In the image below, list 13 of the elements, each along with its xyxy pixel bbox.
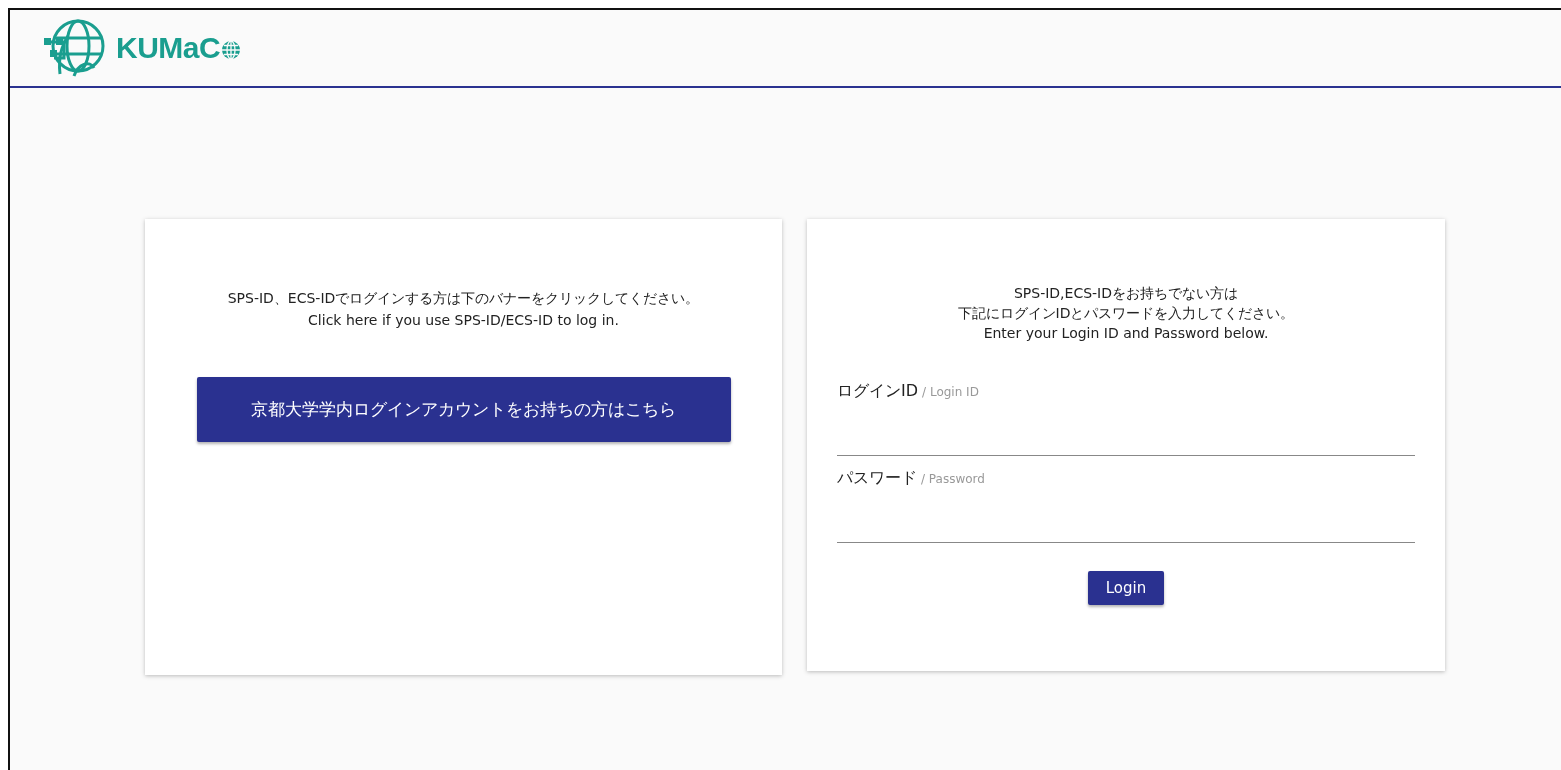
field-label-english: / Password — [921, 472, 985, 486]
login-button[interactable]: Login — [1087, 571, 1165, 605]
instruction-text: Enter your Login ID and Password below. — [982, 324, 1270, 343]
field-label: ログインID — [837, 381, 919, 402]
field-label: パスワード — [837, 468, 917, 489]
instruction-text: SPS-ID,ECS-IDをお持ちでない方は — [1012, 284, 1240, 303]
instruction-text: 下記にログインIDとパスワードを入力してください。 — [956, 304, 1296, 323]
field-label-english: / Login ID — [922, 385, 979, 399]
globe-icon — [221, 40, 242, 60]
university-login-button[interactable]: 京都大学学内ログインアカウントをお持ちの方はこちら — [196, 377, 731, 442]
instruction-text: SPS-ID、ECS-IDでログインする方は下のバナーをクリックしてください。 — [227, 289, 700, 308]
instruction-text: Click here if you use SPS-ID/ECS-ID to log in. — [307, 311, 620, 330]
logo-text: KUMaC — [116, 31, 221, 65]
